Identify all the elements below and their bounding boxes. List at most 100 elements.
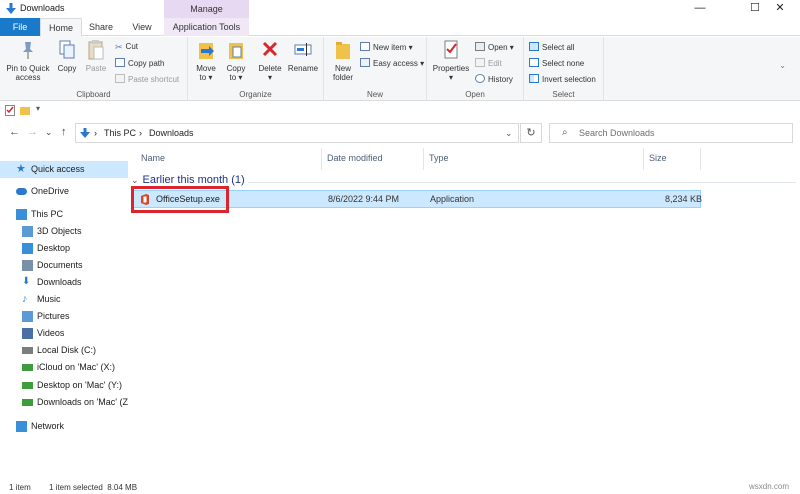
properties-check-icon[interactable] (5, 105, 15, 116)
sidebar-item-desktop[interactable]: Desktop (0, 240, 128, 257)
sidebar-item-label: Music (37, 294, 61, 304)
open-button[interactable]: Open ▾ (475, 42, 514, 52)
cut-button[interactable]: ✂ Cut (115, 42, 138, 52)
tab-application-tools[interactable]: Application Tools (164, 18, 249, 36)
column-divider[interactable] (643, 148, 644, 170)
navigation-pane: ★ Quick access OneDrive This PC 3D Objects De… (0, 150, 128, 480)
pictures-icon (22, 311, 33, 322)
column-header-date-modified[interactable]: Date modified (327, 153, 383, 163)
breadcrumb-separator[interactable]: › (94, 128, 97, 138)
sidebar-item-label: Documents (37, 260, 83, 270)
new-item-icon (360, 42, 370, 51)
history-button[interactable]: History (475, 74, 513, 84)
select-none-button[interactable]: Select none (529, 58, 584, 68)
breadcrumb-downloads[interactable]: Downloads (149, 128, 194, 138)
sidebar-item-label: Desktop (37, 243, 71, 253)
delete-label-line1: Delete (258, 64, 282, 73)
sidebar-item-desktop-on-mac-y[interactable]: Desktop on 'Mac' (Y:) (0, 377, 128, 394)
folder-icon[interactable] (20, 105, 30, 116)
sidebar-item-label: OneDrive (31, 186, 70, 196)
up-arrow-icon[interactable]: ↑ (61, 126, 67, 138)
sidebar-item-this-pc[interactable]: This PC (0, 206, 128, 223)
sidebar-item-downloads[interactable]: ⬇ Downloads (0, 274, 128, 291)
edit-button[interactable]: Edit (475, 58, 502, 68)
sidebar-item-label: Pictures (37, 311, 70, 321)
copy-to-button[interactable]: Copy to ▾ (222, 39, 250, 82)
minimize-button[interactable]: — (680, 0, 720, 18)
properties-button[interactable]: Properties ▾ (431, 39, 471, 82)
column-header-name[interactable]: Name (141, 153, 165, 163)
cloud-icon (16, 188, 27, 195)
rename-button[interactable]: Rename (286, 39, 320, 73)
move-to-button[interactable]: Move to ▾ (192, 39, 220, 82)
new-folder-icon (336, 42, 350, 59)
easy-access-button[interactable]: Easy access ▾ (360, 58, 424, 68)
sidebar-item-local-disk-c[interactable]: Local Disk (C:) (0, 342, 128, 359)
group-header[interactable]: ⌄ Earlier this month (1) (131, 174, 245, 186)
new-folder-label-line2: folder (332, 73, 353, 82)
search-input[interactable]: ⌕ Search Downloads (549, 123, 793, 143)
sidebar-item-quick-access[interactable]: ★ Quick access (0, 161, 128, 178)
desktop-folder-icon (22, 243, 33, 254)
easy-access-icon (360, 58, 370, 67)
new-folder-button[interactable]: New folder (328, 39, 358, 82)
tab-view[interactable]: View (120, 18, 164, 36)
invert-selection-button[interactable]: Invert selection (529, 74, 596, 84)
sidebar-item-pictures[interactable]: Pictures (0, 308, 128, 325)
manage-context-label: Manage (164, 0, 249, 18)
paste-shortcut-button[interactable]: Paste shortcut (115, 74, 179, 84)
customize-toolbar-chevron-icon[interactable]: ▾ (36, 104, 40, 113)
column-header-type[interactable]: Type (429, 153, 449, 163)
copy-label: Copy (57, 64, 77, 73)
sidebar-item-music[interactable]: ♪ Music (0, 291, 128, 308)
sidebar-item-documents[interactable]: Documents (0, 257, 128, 274)
refresh-icon[interactable]: ↻ (520, 123, 542, 143)
delete-button[interactable]: Delete ▾ (256, 39, 284, 82)
select-all-button[interactable]: Select all (529, 42, 574, 52)
delete-label-line2: ▾ (267, 73, 272, 82)
new-item-button[interactable]: New item ▾ (360, 42, 413, 52)
ribbon-collapse-chevron-icon[interactable]: ⌄ (779, 61, 786, 70)
copy-button[interactable]: Copy (54, 39, 80, 73)
column-header-size[interactable]: Size (649, 153, 667, 163)
group-collapse-chevron-icon[interactable]: ⌄ (131, 175, 139, 185)
sidebar-item-network[interactable]: Network (0, 418, 128, 435)
tab-home[interactable]: Home (40, 18, 82, 37)
download-icon: ⬇ (22, 276, 31, 287)
sidebar-item-downloads-on-mac-z[interactable]: Downloads on 'Mac' (Z (0, 394, 128, 411)
edit-label: Edit (488, 59, 502, 68)
new-group-label: New (366, 90, 383, 99)
scissors-icon: ✂ (115, 42, 123, 52)
column-divider[interactable] (700, 148, 701, 170)
pin-to-quick-access-button[interactable]: Pin to Quick access (4, 39, 52, 82)
sidebar-item-videos[interactable]: Videos (0, 325, 128, 342)
table-row[interactable]: OfficeSetup.exe 8/6/2022 9:44 PM Applica… (131, 190, 702, 208)
forward-arrow-icon[interactable]: → (27, 126, 38, 138)
sidebar-item-icloud-on-mac-x[interactable]: iCloud on 'Mac' (X:) (0, 359, 128, 376)
column-divider[interactable] (321, 148, 322, 170)
copy-path-button[interactable]: Copy path (115, 58, 164, 68)
column-divider[interactable] (423, 148, 424, 170)
paste-button[interactable]: Paste (82, 39, 110, 73)
close-button[interactable]: ✕ (760, 0, 800, 18)
breadcrumb-separator[interactable]: › (139, 128, 142, 138)
tab-file[interactable]: File (0, 18, 40, 36)
title-bar: Downloads — ☐ ✕ (0, 0, 800, 18)
pin-label-line2: access (15, 73, 41, 82)
breadcrumb-this-pc[interactable]: This PC (104, 128, 136, 138)
address-dropdown-chevron-icon[interactable]: ⌄ (505, 128, 513, 139)
select-all-icon (529, 42, 539, 51)
search-icon: ⌕ (562, 127, 568, 138)
sidebar-item-label: 3D Objects (37, 226, 82, 236)
edit-icon (475, 58, 485, 67)
status-item-count: 1 item (9, 483, 31, 492)
sidebar-item-3d-objects[interactable]: 3D Objects (0, 223, 128, 240)
pin-label-line1: Pin to Quick (6, 64, 50, 73)
recent-locations-chevron-icon[interactable]: ⌄ (45, 127, 53, 138)
back-arrow-icon[interactable]: ← (9, 126, 20, 138)
nav-scrollbar[interactable] (122, 154, 127, 314)
easy-access-label: Easy access ▾ (373, 59, 425, 68)
tab-share[interactable]: Share (82, 18, 120, 36)
sidebar-item-onedrive[interactable]: OneDrive (0, 183, 128, 200)
address-bar[interactable]: › This PC › Downloads ⌄ (75, 123, 519, 143)
